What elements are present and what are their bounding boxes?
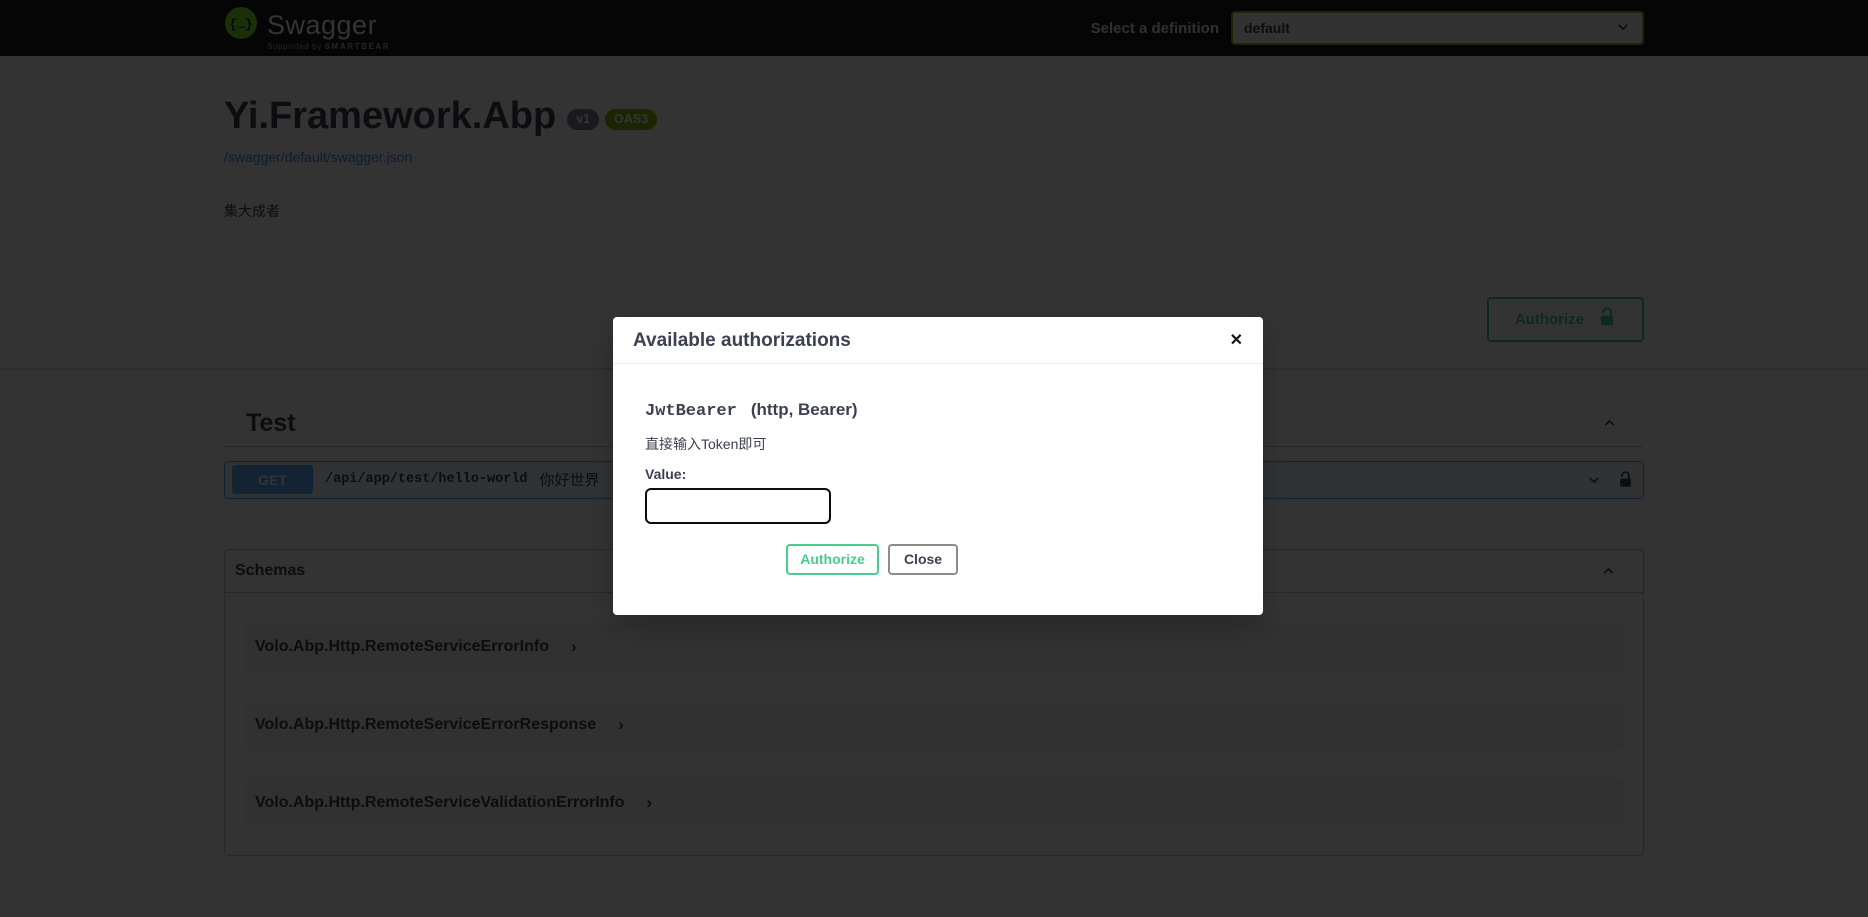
auth-scheme-type: (http, Bearer) — [751, 400, 858, 420]
modal-close-button[interactable]: Close — [888, 544, 958, 575]
auth-scheme-description: 直接输入Token即可 — [645, 434, 1231, 454]
modal-authorize-button[interactable]: Authorize — [786, 544, 879, 575]
modal-title: Available authorizations — [633, 330, 851, 352]
close-icon[interactable]: ✕ — [1230, 333, 1243, 349]
token-value-input[interactable] — [645, 488, 831, 524]
value-label: Value: — [645, 466, 1231, 482]
auth-scheme-name: JwtBearer — [645, 402, 737, 421]
authorizations-modal: Available authorizations ✕ JwtBearer (ht… — [613, 317, 1263, 615]
